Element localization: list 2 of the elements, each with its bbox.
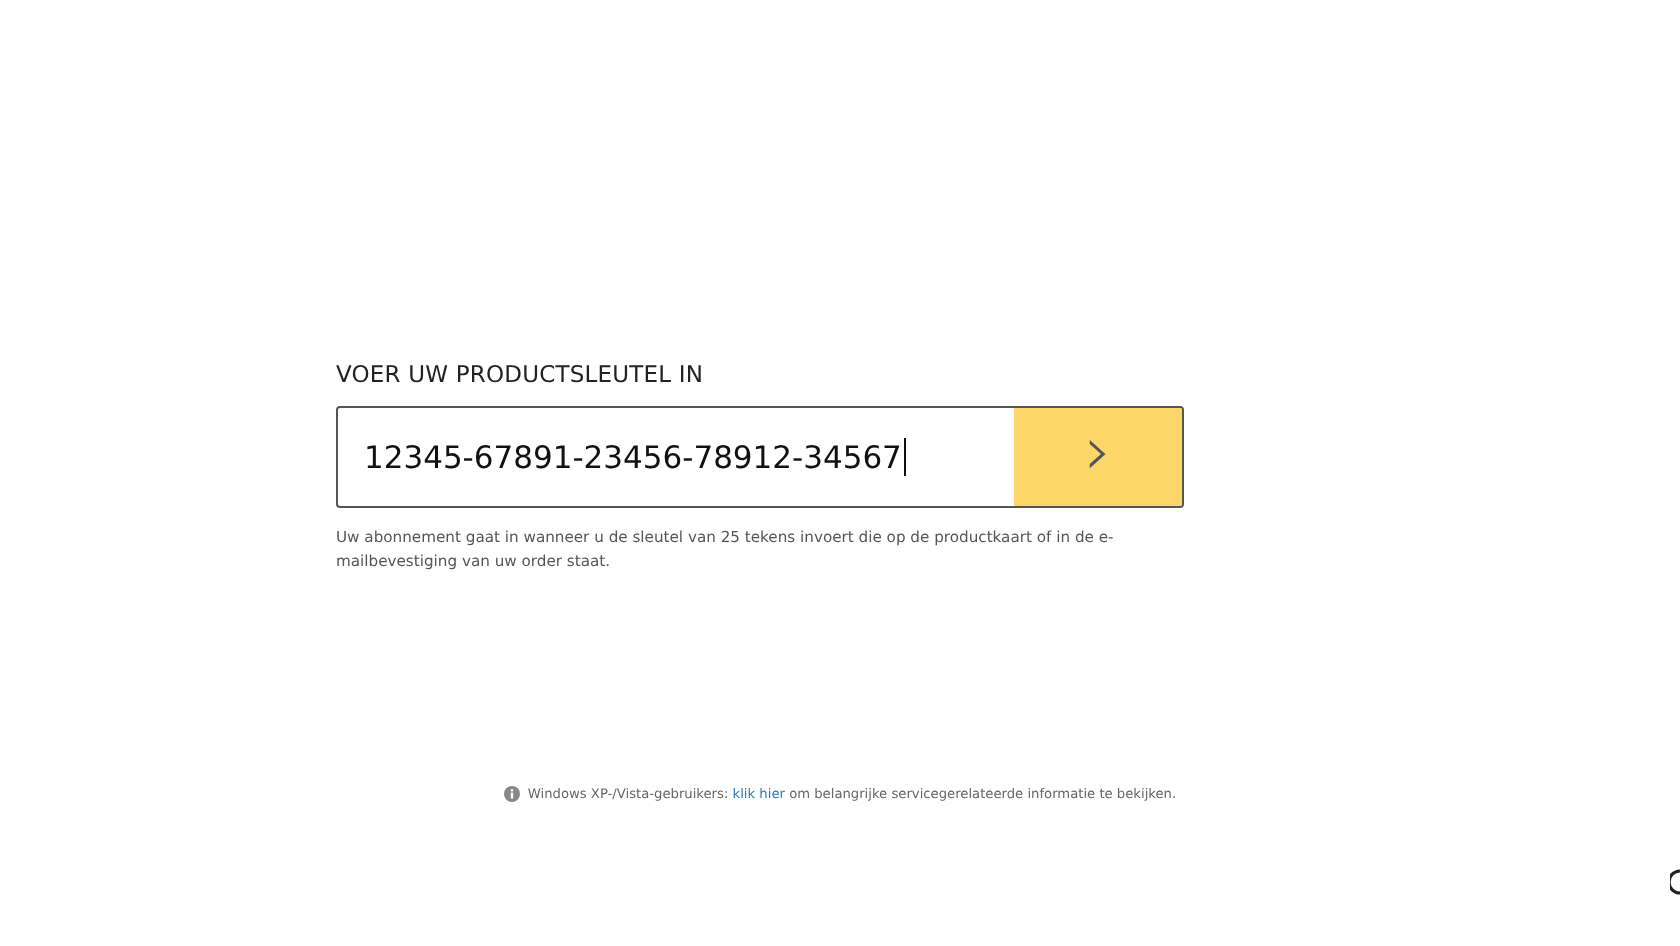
heading: VOER UW PRODUCTSLEUTEL IN [336,360,706,388]
info-icon [503,786,520,802]
